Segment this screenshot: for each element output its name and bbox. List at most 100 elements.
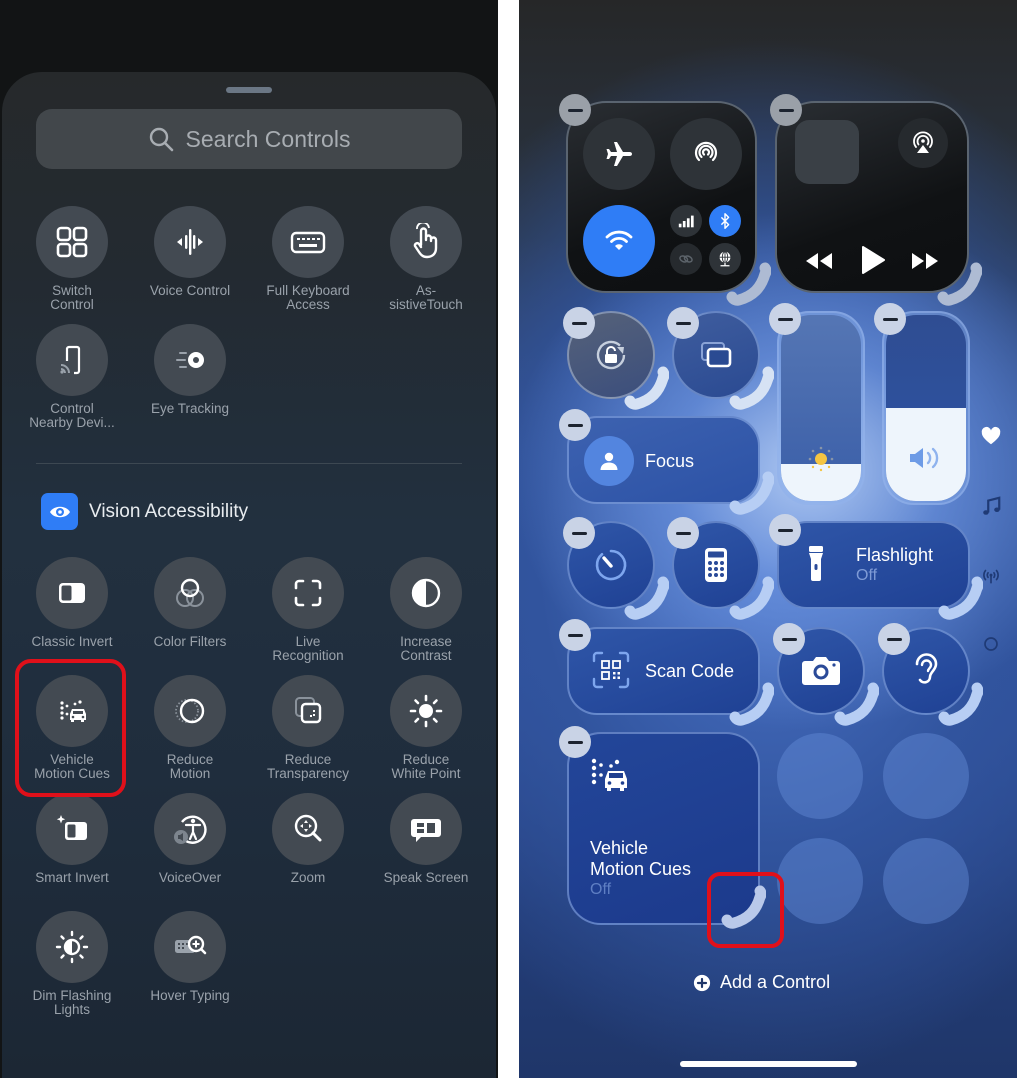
remove-screen-mirroring-button[interactable] — [667, 307, 699, 339]
add-a-control-button[interactable]: Add a Control — [693, 972, 830, 993]
empty-slot[interactable] — [777, 838, 863, 924]
resize-handle-timer[interactable] — [623, 574, 670, 620]
vehicle-motion-cues-status: Off — [590, 881, 612, 898]
control-label: Full Keyboard Access — [266, 283, 350, 312]
remove-focus-button[interactable] — [559, 409, 591, 441]
eye-tracking-icon — [176, 352, 204, 368]
remove-brightness-button[interactable] — [769, 303, 801, 335]
sheet-grabber[interactable] — [226, 87, 272, 93]
scan-code-label: Scan Code — [645, 661, 735, 681]
play-button[interactable] — [857, 244, 889, 276]
keyboard-icon — [290, 231, 326, 254]
control-label: Dim Flashing Lights — [32, 988, 112, 1017]
control-nearby-devices[interactable]: Control Nearby Devi... — [13, 324, 131, 430]
airplay-button[interactable] — [898, 118, 948, 168]
control-label: Hover Typing — [150, 988, 230, 1003]
page-indicator-empty[interactable] — [979, 632, 1003, 656]
remove-now-playing-button[interactable] — [770, 94, 802, 126]
resize-handle-now-playing[interactable] — [936, 260, 983, 306]
control-classic-invert[interactable]: Classic Invert — [13, 557, 131, 649]
music-note-icon — [983, 496, 1001, 515]
control-reduce-motion[interactable]: Reduce Motion — [131, 675, 249, 781]
control-label: Increase Contrast — [400, 634, 452, 663]
airplane-mode-toggle[interactable] — [583, 118, 655, 190]
control-assistive-touch[interactable]: As- sistiveTouch — [367, 206, 485, 312]
remove-timer-button[interactable] — [563, 517, 595, 549]
resize-handle-flashlight[interactable] — [937, 574, 984, 620]
live-recognition-icon — [294, 579, 322, 607]
resize-handle-camera[interactable] — [833, 680, 880, 726]
remove-volume-button[interactable] — [874, 303, 906, 335]
vehicle-motion-cues-label: Vehicle Motion Cues — [590, 838, 692, 879]
control-increase-contrast[interactable]: Increase Contrast — [367, 557, 485, 663]
remove-connectivity-button[interactable] — [559, 94, 591, 126]
nearby-devices-icon — [60, 345, 81, 375]
circle-icon — [984, 637, 998, 651]
control-smart-invert[interactable]: Smart Invert — [13, 793, 131, 885]
remove-hearing-button[interactable] — [878, 623, 910, 655]
control-speak-screen[interactable]: Speak Screen — [367, 793, 485, 885]
volume-slider[interactable] — [886, 315, 966, 501]
resize-handle-screen-mirroring[interactable] — [728, 364, 775, 410]
page-indicator-music[interactable] — [979, 495, 1003, 519]
resize-handle-connectivity[interactable] — [725, 260, 772, 306]
resize-handle-hearing[interactable] — [937, 680, 984, 726]
dim-flashing-lights-icon — [55, 930, 89, 964]
remove-scan-code-button[interactable] — [559, 619, 591, 651]
empty-slot[interactable] — [777, 733, 863, 819]
control-label: Control Nearby Devi... — [29, 401, 115, 430]
remove-flashlight-button[interactable] — [769, 514, 801, 546]
empty-slot[interactable] — [883, 733, 969, 819]
control-label: Reduce Motion — [166, 752, 214, 781]
remove-calculator-button[interactable] — [667, 517, 699, 549]
page-indicator-favorites[interactable] — [979, 424, 1003, 448]
control-voiceover[interactable]: VoiceOver — [131, 793, 249, 885]
search-controls-field[interactable]: Search Controls — [36, 109, 462, 169]
resize-handle-calculator[interactable] — [728, 574, 775, 620]
home-indicator[interactable] — [680, 1061, 857, 1067]
control-eye-tracking[interactable]: Eye Tracking — [131, 324, 249, 416]
remove-orientation-lock-button[interactable] — [563, 307, 595, 339]
bluetooth-toggle[interactable] — [709, 205, 741, 237]
airdrop-toggle[interactable] — [670, 118, 742, 190]
voiceover-icon — [174, 815, 207, 844]
rewind-button[interactable] — [803, 247, 835, 275]
speaker-volume-icon — [910, 447, 939, 469]
control-reduce-transparency[interactable]: Reduce Transparency — [249, 675, 367, 781]
highlight-box-resize-handle — [707, 872, 784, 948]
resize-handle-scan-code[interactable] — [728, 680, 775, 726]
resize-handle-orientation-lock[interactable] — [623, 364, 670, 410]
airdrop-icon — [694, 141, 718, 162]
control-full-keyboard-access[interactable]: Full Keyboard Access — [249, 206, 367, 312]
reduce-motion-icon — [175, 698, 205, 724]
control-zoom[interactable]: Zoom — [249, 793, 367, 885]
brightness-slider[interactable] — [781, 315, 861, 501]
empty-slot[interactable] — [883, 838, 969, 924]
control-live-recognition[interactable]: Live Recognition — [249, 557, 367, 663]
airplane-icon — [606, 142, 632, 166]
controls-gallery-screen: Search Controls Switch Control Voice Con… — [0, 0, 498, 1078]
resize-handle-focus[interactable] — [728, 469, 775, 515]
flashlight-status: Off — [856, 567, 878, 584]
focus-icon-circle — [584, 436, 634, 486]
control-dim-flashing-lights[interactable]: Dim Flashing Lights — [13, 911, 131, 1017]
control-label: Smart Invert — [35, 870, 109, 885]
control-hover-typing[interactable]: Hover Typing — [131, 911, 249, 1003]
control-label: Voice Control — [149, 283, 231, 298]
control-label: Zoom — [290, 870, 326, 885]
control-voice-control[interactable]: Voice Control — [131, 206, 249, 298]
voice-control-icon — [177, 229, 203, 255]
album-artwork-placeholder — [795, 120, 859, 184]
control-color-filters[interactable]: Color Filters — [131, 557, 249, 649]
personal-hotspot-toggle[interactable] — [670, 243, 702, 275]
remove-camera-button[interactable] — [773, 623, 805, 655]
control-switch-control[interactable]: Switch Control — [13, 206, 131, 312]
focus-label: Focus — [645, 451, 695, 471]
control-reduce-white-point[interactable]: Reduce White Point — [367, 675, 485, 781]
hotspot-link-icon — [679, 255, 693, 263]
cellular-toggle[interactable] — [670, 205, 702, 237]
remove-vehicle-motion-cues-button[interactable] — [559, 726, 591, 758]
assistive-touch-icon — [413, 223, 438, 259]
antenna-icon — [983, 569, 999, 584]
wifi-toggle[interactable] — [583, 205, 655, 277]
